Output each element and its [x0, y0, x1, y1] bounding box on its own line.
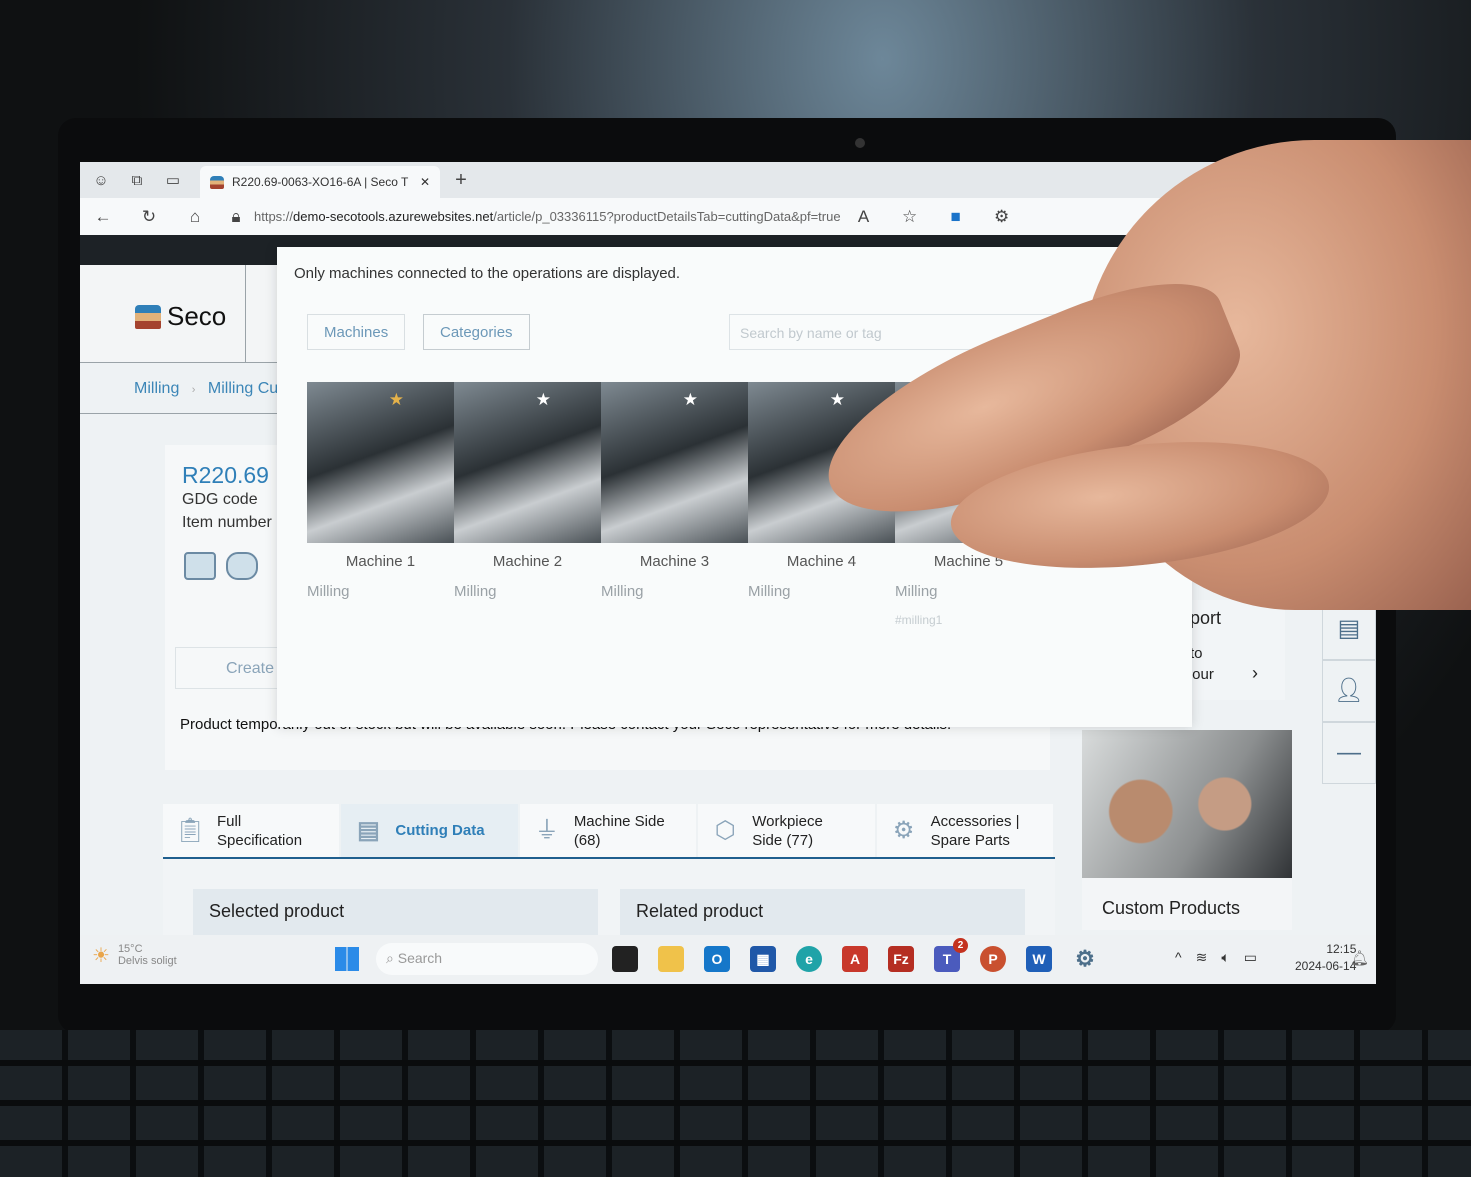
browser-tab[interactable]: R220.69-0063-XO16-6A | Seco T ✕	[200, 166, 440, 198]
file-explorer-icon[interactable]	[658, 946, 684, 972]
extension-icon[interactable]: ⚙	[979, 207, 1025, 227]
filezilla-icon[interactable]: Fz	[888, 946, 914, 972]
app-icon[interactable]	[612, 946, 638, 972]
edge-icon[interactable]: e	[796, 946, 822, 972]
machine-tag: #milling1	[895, 613, 943, 627]
item-number-label: Item number	[182, 514, 272, 531]
tab-title: R220.69-0063-XO16-6A | Seco T	[232, 175, 409, 189]
chevron-right-icon[interactable]: ›	[1252, 663, 1258, 684]
extension-s-icon[interactable]: ■	[933, 207, 979, 227]
powerpoint-icon[interactable]: P	[980, 946, 1006, 972]
header-divider	[245, 265, 246, 363]
breadcrumb-milling[interactable]: Milling	[134, 380, 179, 397]
outlook-icon[interactable]: O	[704, 946, 730, 972]
windows-taskbar: ☀ 15°C Delvis soligt ⌕ Search O ▦ e A Fz …	[80, 935, 1376, 984]
modal-note: Only machines connected to the operation…	[294, 265, 681, 282]
teams-icon[interactable]: T2	[934, 938, 968, 972]
machine-name[interactable]: Machine 2	[454, 553, 601, 570]
custom-products-photo	[1082, 730, 1292, 878]
favorite-star-icon[interactable]: ★	[830, 390, 845, 410]
minimize-icon[interactable]: —	[1322, 722, 1376, 784]
weather-icon: ☀	[92, 945, 110, 967]
temperature: 15°C	[117, 943, 143, 955]
gdg-code-label: GDG code	[182, 491, 258, 508]
cutting-data-icon: ▤	[357, 817, 380, 844]
favorite-star-icon[interactable]: ★	[389, 390, 404, 410]
machine-category: Milling	[895, 583, 938, 600]
chevron-up-icon[interactable]: ^	[1175, 949, 1182, 966]
system-tray: ^ ≋ 🔈︎ ▭	[1175, 949, 1257, 966]
acrobat-icon[interactable]: A	[842, 946, 868, 972]
settings-icon[interactable]: ⚙	[1072, 946, 1098, 972]
favorite-star-icon[interactable]: ★	[536, 390, 551, 410]
notification-icon[interactable]: 🔔︎	[1350, 949, 1369, 967]
breadcrumb: Milling › Milling Cu	[134, 380, 279, 397]
machine-name[interactable]: Machine 4	[748, 553, 895, 570]
machine-image[interactable]: ★	[454, 382, 601, 543]
close-tab-icon[interactable]: ✕	[420, 175, 430, 189]
custom-products-card[interactable]: Custom Products	[1082, 730, 1292, 930]
windows-start-icon[interactable]	[335, 947, 359, 971]
machine-spindle-icon: ⏚	[534, 817, 559, 844]
product-code: R220.69	[182, 462, 269, 488]
product-shape-icon[interactable]	[184, 552, 216, 580]
url-field[interactable]: https://demo-secotools.azurewebsites.net…	[254, 209, 841, 224]
volume-icon[interactable]: 🔈︎	[1221, 949, 1229, 966]
machine-image[interactable]: ★	[307, 382, 454, 543]
home-icon[interactable]: ⌂	[172, 207, 218, 227]
seco-logo[interactable]: Seco	[135, 301, 226, 332]
battery-icon[interactable]: ▭	[1244, 949, 1257, 966]
machine-category: Milling	[748, 583, 791, 600]
favorite-icon[interactable]: ☆	[887, 207, 933, 227]
tab-categories[interactable]: Categories	[423, 314, 530, 350]
seco-logo-mark	[135, 304, 161, 329]
custom-products-title: Custom Products	[1102, 898, 1241, 918]
word-icon[interactable]: W	[1026, 946, 1052, 972]
product-shape-icon[interactable]	[226, 552, 258, 580]
taskbar-search[interactable]: ⌕ Search	[376, 943, 598, 975]
workpiece-icon: ⬡	[714, 817, 736, 844]
clipboard-icon: 📋︎	[174, 817, 206, 844]
machine-category: Milling	[307, 583, 350, 600]
tab-accessories[interactable]: ⚙ Accessories | Spare Parts	[876, 804, 1054, 857]
breadcrumb-milling-cutters[interactable]: Milling Cu	[208, 380, 278, 397]
favorite-star-icon[interactable]: ★	[683, 390, 698, 410]
tab-full-specification[interactable]: 📋︎ Full Specification	[163, 804, 340, 857]
profile-icon[interactable]: ☺	[86, 172, 116, 189]
weather-widget[interactable]: ☀ 15°C Delvis soligt	[92, 943, 177, 968]
tab-machines[interactable]: Machines	[307, 314, 406, 350]
machine-name[interactable]: Machine 1	[307, 553, 454, 570]
breadcrumb-divider	[80, 413, 280, 414]
lock-icon: 🔒︎	[231, 206, 241, 226]
tab-workpiece-side[interactable]: ⬡ Workpiece Side (77)	[698, 804, 875, 857]
machine-name[interactable]: Machine 3	[601, 553, 748, 570]
machine-image[interactable]: ★	[601, 382, 748, 543]
teams-badge: 2	[953, 938, 968, 953]
contact-person-icon[interactable]: 👤︎	[1322, 660, 1376, 722]
read-aloud-icon[interactable]: A	[841, 207, 887, 227]
laptop-keyboard	[0, 1030, 1471, 1177]
webcam	[855, 138, 865, 148]
tab-cutting-data[interactable]: ▤ Cutting Data	[341, 804, 518, 857]
machine-category: Milling	[601, 583, 644, 600]
bolt-nut-icon: ⚙	[892, 817, 915, 844]
product-tabs: 📋︎ Full Specification ▤ Cutting Data ⏚ Mach…	[163, 804, 1055, 859]
tab-machine-side[interactable]: ⏚ Machine Side (68)	[519, 804, 697, 857]
collections-icon[interactable]: ⧉	[122, 172, 152, 189]
weather-text: Delvis soligt	[117, 955, 177, 967]
support-title: port	[1190, 608, 1222, 628]
wifi-icon[interactable]: ≋	[1196, 949, 1208, 966]
clock[interactable]: 12:15 2024-06-14	[1295, 941, 1356, 975]
seco-favicon-icon	[210, 175, 224, 189]
store-icon[interactable]: ▦	[750, 946, 776, 972]
machine-category: Milling	[454, 583, 497, 600]
refresh-icon[interactable]: ↻	[126, 207, 172, 227]
back-icon[interactable]: ←	[80, 207, 126, 227]
tab-actions-icon[interactable]: ▭	[158, 171, 188, 189]
new-tab-icon[interactable]: +	[446, 169, 476, 192]
